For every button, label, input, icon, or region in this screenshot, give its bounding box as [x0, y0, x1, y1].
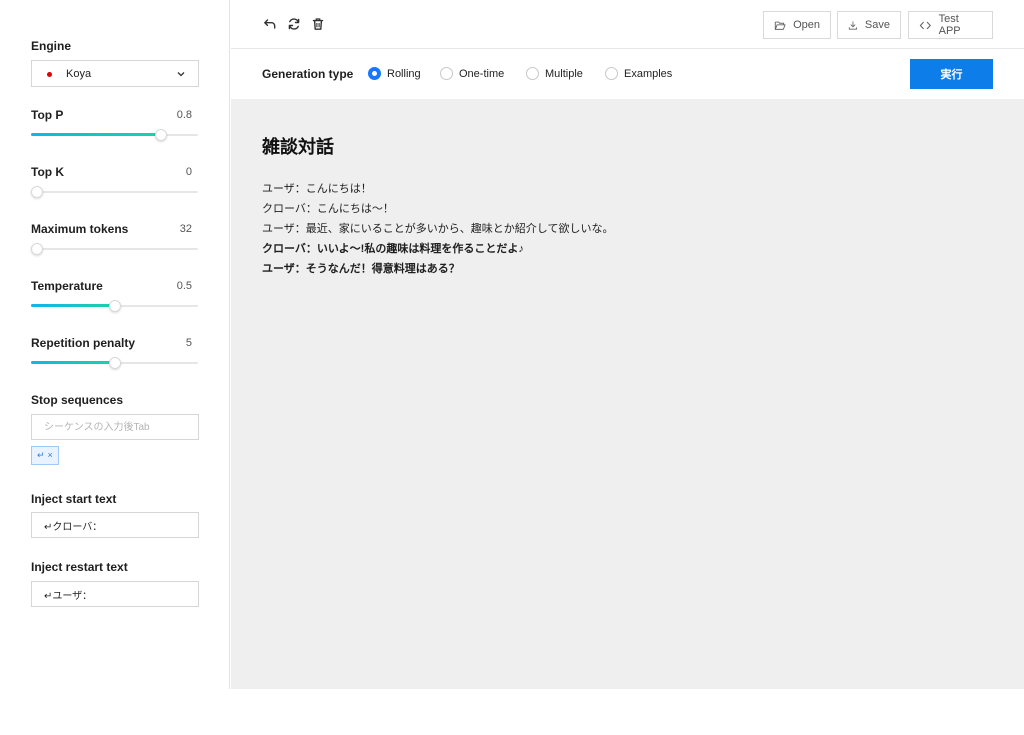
slider-handle[interactable] — [31, 243, 43, 255]
slider-fill — [31, 304, 115, 307]
trash-icon[interactable] — [311, 17, 325, 31]
open-button-label: Open — [793, 19, 820, 31]
slider-handle[interactable] — [31, 186, 43, 198]
max-tokens-label: Maximum tokens — [31, 222, 129, 236]
prompt-title: 雑談対話 — [262, 137, 334, 157]
top-k-value: 0 — [185, 166, 192, 178]
code-icon — [919, 21, 931, 29]
inject-restart-label: Inject restart text — [31, 560, 128, 574]
radio-label: One-time — [459, 67, 505, 80]
prompt-editor[interactable]: 雑談対話 ユーザ：こんにちは！ クローバ：こんにちは～！ ユーザ：最近、家にいる… — [231, 99, 1024, 689]
stop-sequences-label: Stop sequences — [31, 393, 124, 407]
open-button[interactable]: Open — [763, 11, 831, 39]
inject-restart-input[interactable] — [31, 581, 199, 607]
radio-label: Rolling — [387, 67, 421, 80]
radio-label: Examples — [624, 67, 673, 80]
top-p-slider[interactable] — [31, 129, 198, 141]
radio-circle — [440, 67, 453, 80]
slider-handle[interactable] — [108, 300, 121, 312]
radio-label: Multiple — [545, 67, 583, 80]
top-k-slider[interactable] — [31, 186, 198, 198]
repetition-penalty-label: Repetition penalty — [31, 336, 136, 350]
temperature-value: 0.5 — [176, 280, 192, 292]
temperature-label: Temperature — [31, 279, 103, 293]
slider-track — [31, 191, 198, 193]
dialogue-line: クローバ：こんにちは～！ — [262, 203, 394, 215]
chevron-down-icon — [177, 72, 185, 77]
dialogue-text[interactable]: ユーザ：こんにちは！ クローバ：こんにちは～！ ユーザ：最近、家にいることが多い… — [262, 179, 982, 279]
dialogue-line: ユーザ：こんにちは！ — [262, 183, 372, 195]
refresh-icon[interactable] — [287, 17, 301, 31]
run-button[interactable]: 実行 — [910, 59, 993, 89]
generation-type-bar: Generation type Rolling One-time Multipl… — [231, 49, 1024, 99]
download-icon — [848, 20, 858, 30]
radio-circle — [605, 67, 618, 80]
test-app-button[interactable]: Test APP — [908, 11, 993, 39]
folder-open-icon — [774, 21, 786, 30]
top-k-label: Top K — [31, 165, 65, 179]
engine-select[interactable]: Koya — [31, 60, 199, 87]
inject-start-label: Inject start text — [31, 492, 117, 506]
radio-circle — [526, 67, 539, 80]
dialogue-line: クローバ：いいよ～!私の趣味は料理を作ることだよ♪ — [262, 243, 524, 255]
temperature-slider[interactable] — [31, 300, 198, 312]
slider-track — [31, 248, 198, 250]
dialogue-line: ユーザ：最近、家にいることが多いから、趣味とか紹介して欲しいな。 — [262, 223, 614, 235]
radio-multiple[interactable]: Multiple — [526, 67, 583, 80]
radio-one-time[interactable]: One-time — [440, 67, 504, 80]
generation-type-label: Generation type — [262, 67, 354, 81]
radio-circle — [368, 67, 381, 80]
slider-handle[interactable] — [108, 357, 121, 369]
top-p-label: Top P — [31, 108, 64, 122]
slider-handle[interactable] — [155, 129, 168, 141]
max-tokens-slider[interactable] — [31, 243, 198, 255]
engine-label: Engine — [31, 39, 72, 53]
top-toolbar: Open Save Test APP — [231, 0, 1024, 49]
dialogue-line: ユーザ：そうなんだ！得意料理はある？ — [262, 263, 460, 275]
stop-sequence-tag-label: ↵ — [37, 450, 45, 460]
tag-close-icon[interactable]: × — [48, 447, 53, 464]
undo-icon[interactable] — [263, 17, 277, 31]
sidebar: Engine Koya Top P 0.8 Top K 0 Maximum to… — [0, 0, 230, 689]
inject-start-input[interactable] — [31, 512, 199, 538]
repetition-penalty-slider[interactable] — [31, 357, 198, 369]
save-button-label: Save — [864, 19, 890, 31]
radio-rolling[interactable]: Rolling — [368, 67, 421, 80]
top-p-value: 0.8 — [176, 109, 192, 121]
slider-fill — [31, 133, 162, 136]
engine-status-dot — [47, 72, 52, 77]
radio-examples[interactable]: Examples — [605, 67, 672, 80]
repetition-penalty-value: 5 — [185, 337, 192, 349]
stop-sequences-input[interactable] — [31, 414, 199, 440]
stop-sequence-tag: ↵ × — [31, 446, 59, 465]
slider-fill — [31, 361, 115, 364]
max-tokens-value: 32 — [179, 223, 192, 235]
save-button[interactable]: Save — [837, 11, 901, 39]
engine-selected-value: Koya — [66, 68, 92, 80]
test-app-button-label: Test APP — [938, 13, 961, 37]
